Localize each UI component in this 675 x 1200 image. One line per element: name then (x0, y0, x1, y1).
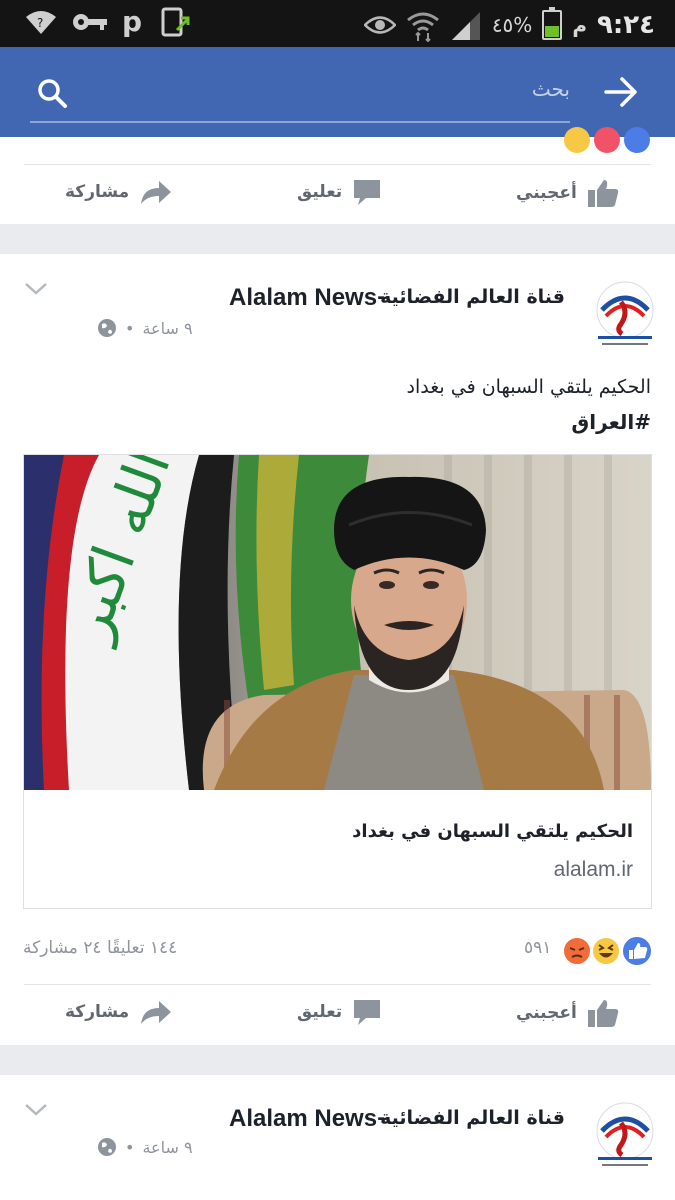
page-name[interactable]: Alalam News (229, 284, 377, 312)
globe-icon (98, 319, 116, 337)
page-name[interactable]: Alalam News (229, 1105, 377, 1133)
post-meta: • ٩ ساعة (97, 318, 193, 338)
status-bar: ? p ٤٥% م ٩:٢٤ (0, 0, 675, 47)
reactions-count[interactable]: ٥٩١ (524, 938, 551, 958)
page-name-arabic[interactable]: قناة العالم الفضائية (380, 286, 565, 308)
name-separator: - (377, 286, 385, 308)
battery-icon (542, 7, 563, 40)
post-text: الحكيم يلتقي السبهان في بغداد (406, 376, 651, 398)
search-input[interactable]: بحث (532, 77, 570, 101)
like-button[interactable]: أعجبني (516, 998, 619, 1028)
comment-icon (354, 180, 381, 205)
hashtag-link[interactable]: #العراق (571, 410, 651, 434)
name-separator: - (377, 1107, 385, 1129)
parking-icon: p (122, 7, 142, 37)
next-post-card: قناة العالم الفضائية - Alalam News • ٩ س… (0, 1075, 675, 1200)
comment-label: تعليق (297, 182, 343, 202)
love-reaction-icon (594, 127, 620, 153)
battery-percent: ٤٥% (491, 13, 533, 37)
search-header: بحث (0, 47, 675, 137)
eye-icon (363, 16, 396, 34)
comment-label: تعليق (297, 1002, 343, 1022)
svg-text:p: p (122, 7, 142, 37)
svg-text:?: ? (37, 16, 43, 30)
link-preview[interactable]: الله اكبر الحكيم يلتقي السبهان في بغداد … (23, 454, 652, 909)
search-icon[interactable] (36, 77, 68, 109)
share-icon (141, 1001, 172, 1024)
link-domain: alalam.ir (553, 858, 633, 881)
like-label: أعجبني (516, 183, 577, 203)
search-underline (30, 121, 570, 123)
haha-reaction-icon (564, 127, 590, 153)
like-button[interactable]: أعجبني (516, 178, 619, 208)
post-time[interactable]: ٩ ساعة (142, 319, 192, 338)
comments-shares-count[interactable]: ١٤٤ تعليقًا ٢٤ مشاركة (23, 938, 177, 958)
wifi-icon: ? (26, 11, 56, 34)
post-meta: • ٩ ساعة (97, 1137, 193, 1157)
clock: ٩:٢٤ (596, 10, 655, 40)
action-bar: مشاركة تعليق أعجبني (0, 164, 675, 224)
previous-post-card: مشاركة تعليق أعجبني (0, 127, 675, 224)
page-avatar-logo[interactable] (594, 280, 656, 350)
page-avatar-logo[interactable] (594, 1101, 656, 1171)
thumbs-up-icon (587, 1000, 619, 1027)
share-button[interactable]: مشاركة (65, 178, 173, 206)
key-icon (73, 14, 107, 30)
wifi-signal-icon (406, 12, 439, 42)
globe-icon (98, 1138, 116, 1156)
chevron-down-icon[interactable] (24, 282, 48, 296)
action-bar: مشاركة تعليق أعجبني (0, 984, 675, 1044)
like-reaction-icon (624, 127, 650, 153)
comment-button[interactable]: تعليق (297, 998, 382, 1026)
page-name-arabic[interactable]: قناة العالم الفضائية (380, 1107, 565, 1129)
post-card: قناة العالم الفضائية - Alalam News • ٩ س… (0, 254, 675, 1045)
share-label: مشاركة (65, 1002, 130, 1022)
like-label: أعجبني (516, 1003, 577, 1023)
share-button[interactable]: مشاركة (65, 998, 173, 1026)
am-pm-indicator: م (572, 13, 587, 37)
comment-icon (354, 1000, 381, 1025)
back-arrow-icon[interactable] (603, 75, 639, 109)
share-icon (141, 181, 172, 204)
share-label: مشاركة (65, 182, 130, 202)
link-title[interactable]: الحكيم يلتقي السبهان في بغداد (352, 821, 633, 842)
article-photo[interactable]: الله اكبر (24, 455, 651, 790)
post-time[interactable]: ٩ ساعة (142, 1138, 192, 1157)
cell-signal-icon (451, 12, 480, 40)
comment-button[interactable]: تعليق (297, 178, 382, 206)
phone-update-icon (161, 7, 190, 37)
thumbs-up-icon (587, 180, 619, 207)
chevron-down-icon[interactable] (24, 1103, 48, 1117)
reaction-icons[interactable] (562, 935, 654, 967)
